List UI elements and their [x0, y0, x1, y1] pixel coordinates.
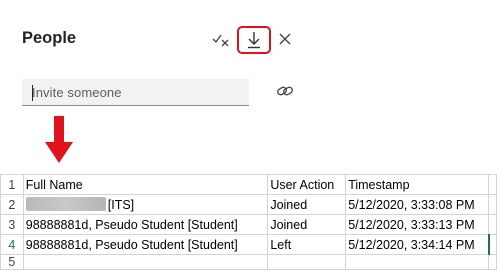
cell-empty[interactable]	[488, 234, 497, 255]
download-icon	[248, 32, 260, 49]
mute-all-button[interactable]	[210, 28, 232, 50]
cell-full-name[interactable]: 98888881d, Pseudo Student [Student]	[22, 214, 269, 235]
mute-all-icon	[212, 34, 229, 47]
table-row: 2 [ITS] Joined 5/12/2020, 3:33:08 PM	[0, 194, 497, 215]
cell-empty[interactable]	[488, 174, 497, 195]
cell-empty[interactable]	[22, 254, 269, 270]
table-row: 3 98888881d, Pseudo Student [Student] Jo…	[0, 214, 497, 235]
cell-timestamp[interactable]: 5/12/2020, 3:34:14 PM	[345, 234, 490, 255]
cell-timestamp[interactable]: 5/12/2020, 3:33:08 PM	[345, 194, 490, 215]
table-row: 4 98888881d, Pseudo Student [Student] Le…	[0, 234, 497, 255]
cell-name-text: [ITS]	[107, 198, 135, 212]
cell-empty[interactable]	[345, 254, 490, 270]
table-row: 5	[0, 254, 497, 270]
header-full-name[interactable]: Full Name	[22, 174, 269, 195]
cell-full-name[interactable]: [ITS]	[22, 194, 269, 215]
row-number[interactable]: 1	[0, 174, 24, 195]
row-number[interactable]: 2	[0, 194, 24, 215]
header-user-action[interactable]: User Action	[267, 174, 347, 195]
row-number[interactable]: 5	[0, 254, 24, 270]
share-invite-link-button[interactable]	[274, 80, 296, 102]
cell-user-action[interactable]: Joined	[267, 214, 347, 235]
header-timestamp[interactable]: Timestamp	[345, 174, 490, 195]
cell-full-name[interactable]: 98888881d, Pseudo Student [Student]	[22, 234, 269, 255]
panel-title: People	[22, 29, 77, 47]
invite-placeholder: Invite someone	[32, 84, 122, 100]
cell-timestamp[interactable]: 5/12/2020, 3:33:13 PM	[345, 214, 490, 235]
cell-empty[interactable]	[488, 214, 497, 235]
header-row: 1 Full Name User Action Timestamp	[0, 174, 497, 195]
cell-empty[interactable]	[488, 194, 497, 215]
attendance-spreadsheet: 1 Full Name User Action Timestamp 2 [ITS…	[0, 174, 497, 270]
cell-empty[interactable]	[267, 254, 347, 270]
invite-input[interactable]: Invite someone	[22, 79, 249, 106]
link-icon	[277, 86, 293, 96]
text-caret	[32, 85, 33, 101]
close-icon	[279, 33, 291, 45]
redacted-name	[25, 197, 106, 211]
close-button[interactable]	[275, 28, 295, 50]
cell-empty[interactable]	[488, 254, 497, 270]
download-attendance-button[interactable]	[237, 26, 271, 54]
cell-user-action[interactable]: Joined	[267, 194, 347, 215]
row-number[interactable]: 4	[0, 234, 24, 255]
red-down-arrow-icon	[45, 116, 73, 163]
row-number[interactable]: 3	[0, 214, 24, 235]
cell-user-action[interactable]: Left	[267, 234, 347, 255]
